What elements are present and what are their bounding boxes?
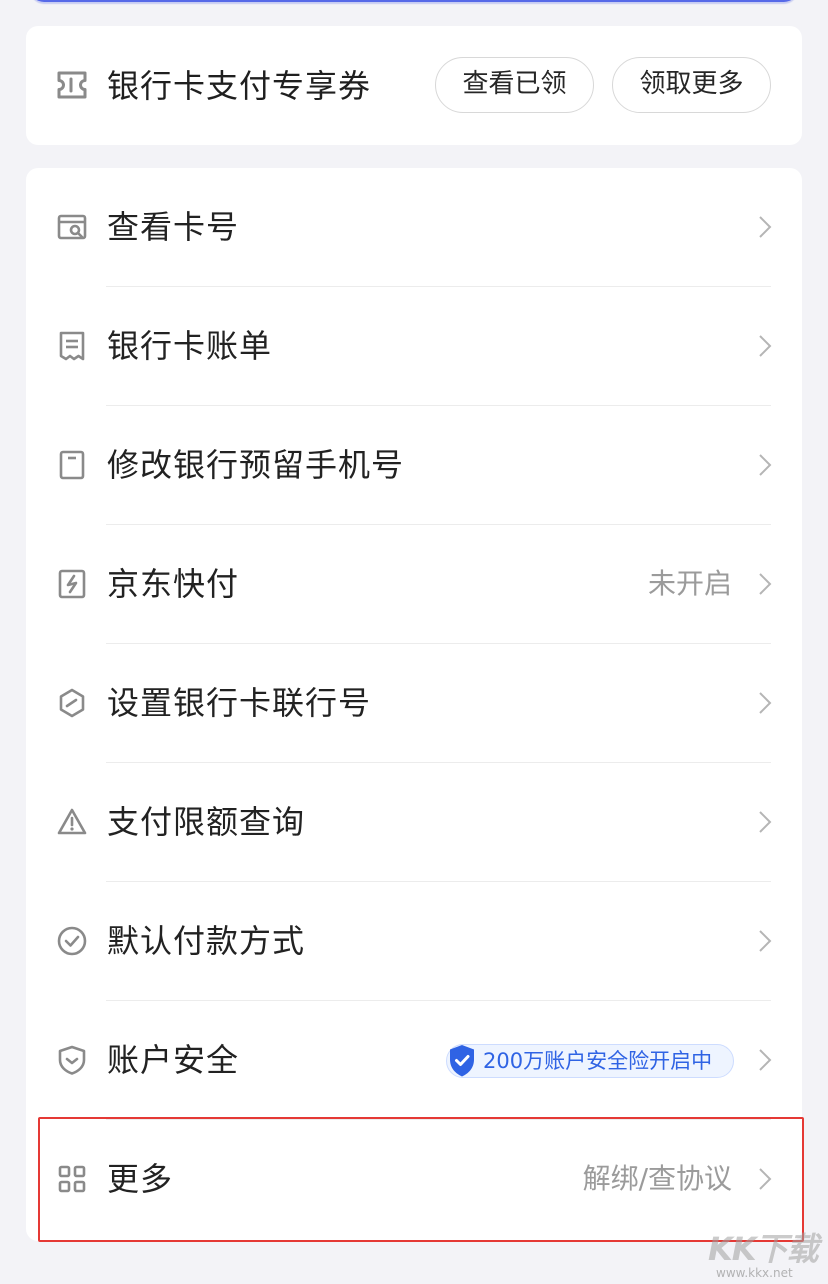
quick-pay-status: 未开启 bbox=[647, 567, 732, 600]
security-insurance-badge: 200万账户安全险开启中 bbox=[446, 1044, 734, 1078]
menu-item-payment-limit[interactable]: 支付限额查询 bbox=[26, 763, 802, 882]
warning-icon bbox=[57, 808, 87, 835]
menu-item-label: 账户安全 bbox=[107, 1041, 240, 1079]
chevron-right-icon bbox=[759, 1168, 772, 1190]
menu-item-bank-card-bill[interactable]: 银行卡账单 bbox=[26, 287, 802, 406]
menu-item-label: 银行卡账单 bbox=[107, 327, 273, 365]
receipt-icon bbox=[59, 331, 85, 361]
phone-icon bbox=[59, 450, 85, 480]
menu-item-jd-quick-pay[interactable]: 京东快付 未开启 bbox=[26, 525, 802, 644]
hexagon-icon bbox=[59, 688, 85, 718]
chevron-right-icon bbox=[759, 811, 772, 833]
watermark-url: www.kkx.net bbox=[716, 1266, 793, 1280]
grid-icon bbox=[58, 1165, 86, 1193]
bank-card-header-edge bbox=[30, 0, 798, 2]
claim-more-button[interactable]: 领取更多 bbox=[612, 57, 771, 113]
chevron-right-icon bbox=[759, 454, 772, 476]
settings-menu: 查看卡号 银行卡账单 修改银行预留手机号 京东快付 未开启 设置银行卡联行号 支… bbox=[26, 168, 802, 1241]
menu-item-default-payment[interactable]: 默认付款方式 bbox=[26, 882, 802, 1001]
coupon-card: 银行卡支付专享券 查看已领 领取更多 bbox=[26, 26, 802, 145]
menu-item-change-phone[interactable]: 修改银行预留手机号 bbox=[26, 406, 802, 525]
chevron-right-icon bbox=[759, 216, 772, 238]
security-badge-text: 200万账户安全险开启中 bbox=[483, 1049, 713, 1073]
menu-item-label: 修改银行预留手机号 bbox=[107, 446, 405, 484]
lightning-icon bbox=[58, 569, 86, 599]
chevron-right-icon bbox=[759, 335, 772, 357]
coupon-title: 银行卡支付专享券 bbox=[107, 67, 372, 105]
card-search-icon bbox=[57, 214, 87, 240]
menu-item-set-bank-code[interactable]: 设置银行卡联行号 bbox=[26, 644, 802, 763]
view-claimed-button[interactable]: 查看已领 bbox=[435, 57, 594, 113]
menu-item-label: 查看卡号 bbox=[107, 208, 240, 246]
bank-card-settings-screen: 银行卡支付专享券 查看已领 领取更多 查看卡号 银行卡账单 修改银行预留手机号 … bbox=[0, 0, 828, 1284]
menu-item-label: 支付限额查询 bbox=[107, 803, 306, 841]
menu-item-label: 默认付款方式 bbox=[107, 922, 306, 960]
shield-check-icon bbox=[450, 1045, 474, 1077]
chevron-right-icon bbox=[759, 930, 772, 952]
menu-item-more[interactable]: 更多 解绑/查协议 bbox=[26, 1120, 802, 1239]
more-options-hint: 解绑/查协议 bbox=[582, 1162, 732, 1195]
menu-item-label: 设置银行卡联行号 bbox=[107, 684, 372, 722]
menu-item-view-card-number[interactable]: 查看卡号 bbox=[26, 168, 802, 287]
menu-item-label: 京东快付 bbox=[107, 565, 240, 603]
chevron-right-icon bbox=[759, 1049, 772, 1071]
shield-icon bbox=[58, 1045, 86, 1075]
menu-item-label: 更多 bbox=[107, 1160, 174, 1198]
menu-item-account-security[interactable]: 账户安全 200万账户安全险开启中 bbox=[26, 1001, 802, 1120]
chevron-right-icon bbox=[759, 573, 772, 595]
ticket-icon bbox=[57, 71, 87, 99]
chevron-right-icon bbox=[759, 692, 772, 714]
check-circle-icon bbox=[57, 926, 87, 956]
